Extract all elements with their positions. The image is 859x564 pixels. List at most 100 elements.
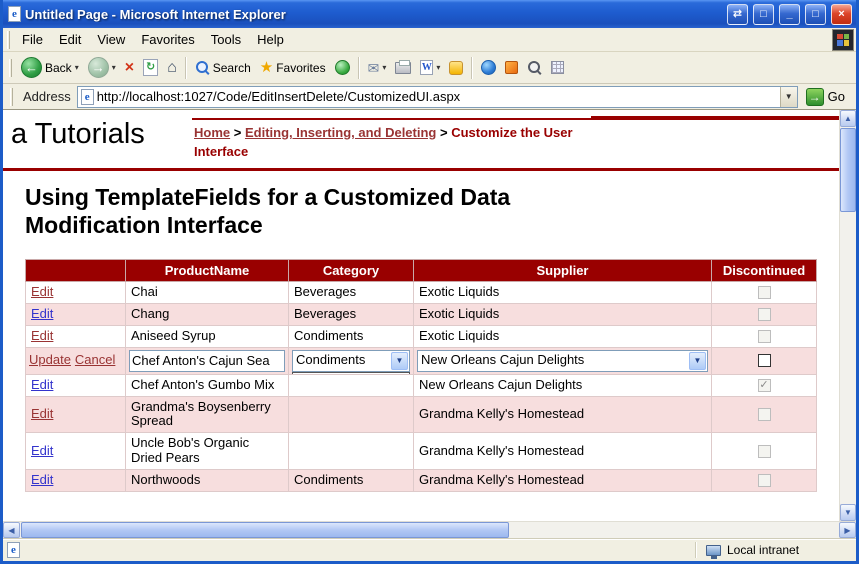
product-cell: Chang: [126, 303, 289, 325]
go-arrow-icon: →: [806, 88, 824, 106]
messenger-icon: [449, 61, 463, 75]
vertical-scrollbar[interactable]: ▲ ▼: [839, 110, 856, 521]
pan-arrows-button[interactable]: ⇄: [727, 4, 748, 25]
discontinued-checkbox: [758, 445, 771, 458]
toolbar-grip[interactable]: [7, 31, 10, 49]
addon-flag-button[interactable]: [501, 59, 522, 76]
products-gridview: ProductName Category Supplier Discontinu…: [25, 259, 817, 492]
supplier-dropdown[interactable]: New Orleans Cajun Delights ▼: [417, 350, 708, 372]
maximize-button[interactable]: □: [805, 4, 826, 25]
binoculars-icon: [527, 60, 542, 75]
menu-view[interactable]: View: [89, 29, 133, 50]
menu-help[interactable]: Help: [249, 29, 292, 50]
window-title: Untitled Page - Microsoft Internet Explo…: [25, 7, 722, 22]
edit-link[interactable]: Edit: [31, 284, 53, 299]
favorites-label: Favorites: [276, 61, 325, 75]
horizontal-scrollbar[interactable]: ◀ ▶: [3, 521, 856, 538]
edit-with-word-button[interactable]: W ▾: [416, 58, 444, 77]
menu-edit[interactable]: Edit: [51, 29, 89, 50]
window-button[interactable]: □: [753, 4, 774, 25]
back-button[interactable]: ← Back ▾: [17, 55, 83, 80]
breadcrumb-section-link[interactable]: Editing, Inserting, and Deleting: [245, 125, 436, 140]
menu-tools[interactable]: Tools: [203, 29, 249, 50]
home-button[interactable]: ⌂: [163, 58, 181, 78]
page-title: Using TemplateFields for a Customized Da…: [25, 183, 525, 239]
address-input[interactable]: [97, 87, 777, 107]
supplier-cell: Exotic Liquids: [414, 281, 712, 303]
discontinued-checkbox: [758, 408, 771, 421]
refresh-icon: ↻: [143, 59, 158, 76]
refresh-button[interactable]: ↻: [139, 57, 162, 78]
breadcrumb-home-link[interactable]: Home: [194, 125, 230, 140]
forward-button[interactable]: → ▾: [84, 55, 120, 80]
supplier-cell: Grandma Kelly's Homestead: [414, 470, 712, 492]
header-row: ProductName Category Supplier Discontinu…: [26, 259, 817, 281]
back-label: Back: [45, 61, 72, 75]
edit-link[interactable]: Edit: [31, 306, 53, 321]
discontinued-checkbox[interactable]: [758, 354, 771, 367]
print-icon: [395, 62, 411, 74]
toolbar-grip[interactable]: [10, 88, 13, 106]
edit-link[interactable]: Edit: [31, 377, 53, 392]
search-icon: [195, 60, 210, 75]
address-label: Address: [21, 89, 73, 104]
column-header-productname: ProductName: [126, 259, 289, 281]
category-cell: Beverages: [289, 303, 414, 325]
edit-link[interactable]: Edit: [31, 406, 53, 421]
status-bar: e Local intranet: [3, 538, 856, 561]
search-button[interactable]: Search: [191, 58, 255, 77]
edit-link[interactable]: Edit: [31, 472, 53, 487]
stop-button[interactable]: ×: [121, 58, 138, 78]
address-field[interactable]: e ▼: [77, 86, 798, 108]
security-zone-panel: Local intranet: [702, 543, 852, 557]
scroll-right-button[interactable]: ▶: [839, 522, 856, 538]
update-link[interactable]: Update: [29, 352, 71, 367]
chevron-down-icon: ▾: [436, 63, 440, 72]
messenger-button[interactable]: [445, 59, 467, 77]
chevron-down-icon[interactable]: ▼: [689, 352, 706, 370]
toolbar-grip[interactable]: [9, 59, 12, 77]
product-name-input[interactable]: [129, 350, 285, 372]
cancel-link[interactable]: Cancel: [75, 352, 115, 367]
horizontal-scrollbar-thumb[interactable]: [21, 522, 509, 538]
scroll-left-button[interactable]: ◀: [3, 522, 20, 538]
addon-globe-button[interactable]: [477, 58, 500, 77]
vertical-scrollbar-thumb[interactable]: [840, 128, 856, 212]
globe-icon: [481, 60, 496, 75]
menu-file[interactable]: File: [14, 29, 51, 50]
minimize-button[interactable]: _: [779, 4, 800, 25]
breadcrumb-separator: >: [234, 125, 242, 140]
category-dropdown-value: Condiments: [293, 353, 390, 368]
vertical-scrollbar-track[interactable]: [840, 212, 856, 504]
close-button[interactable]: ×: [831, 4, 852, 25]
edit-link[interactable]: Edit: [31, 328, 53, 343]
addon-research-button[interactable]: [523, 58, 546, 77]
favorites-star-icon: ★: [260, 60, 273, 75]
chevron-down-icon[interactable]: ▼: [391, 352, 408, 370]
category-dropdown[interactable]: Condiments ▼ Beverages Condiments Confec…: [292, 350, 410, 372]
table-row: Edit Uncle Bob's Organic Dried Pears Gra…: [26, 433, 817, 470]
horizontal-scrollbar-track[interactable]: [509, 522, 839, 538]
titlebar[interactable]: e Untitled Page - Microsoft Internet Exp…: [3, 0, 856, 28]
scroll-down-button[interactable]: ▼: [840, 504, 856, 521]
menu-favorites[interactable]: Favorites: [133, 29, 202, 50]
category-cell: Beverages: [289, 281, 414, 303]
discontinued-checkbox: [758, 330, 771, 343]
go-button[interactable]: → Go: [802, 88, 853, 106]
address-dropdown-button[interactable]: ▼: [780, 87, 797, 107]
maroon-rule: [3, 168, 839, 171]
addon-grid-button[interactable]: [547, 59, 568, 76]
edit-link[interactable]: Edit: [31, 443, 53, 458]
media-button[interactable]: [331, 58, 354, 77]
status-separator: [695, 542, 697, 558]
home-icon: ⌂: [167, 60, 177, 76]
mail-button[interactable]: ✉ ▾: [364, 59, 391, 77]
favorites-button[interactable]: ★ Favorites: [256, 58, 330, 77]
chevron-down-icon: ▾: [75, 63, 79, 72]
print-button[interactable]: [391, 60, 415, 76]
table-row: Edit Grandma's Boysenberry Spread Grandm…: [26, 396, 817, 433]
column-header-actions: [26, 259, 126, 281]
table-row: Edit Chef Anton's Gumbo Mix New Orleans …: [26, 374, 817, 396]
scroll-up-button[interactable]: ▲: [840, 110, 856, 127]
toolbar-separator: [471, 57, 473, 79]
